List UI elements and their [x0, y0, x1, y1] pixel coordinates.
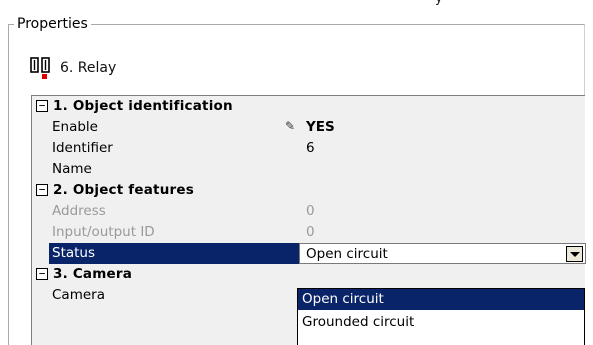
property-name: Status — [49, 243, 299, 264]
relay-icon — [30, 57, 50, 79]
property-value: 0 — [306, 224, 315, 240]
category-label: 2. Object features — [53, 182, 194, 198]
property-name: Name — [52, 161, 92, 177]
property-name: Input/output ID — [52, 224, 155, 240]
property-row-status[interactable]: Status Open circuit — [32, 243, 586, 264]
property-value: 0 — [306, 203, 315, 219]
property-row-address: Address 0 — [32, 201, 586, 222]
properties-legend: Properties — [14, 15, 91, 33]
property-name: Enable — [52, 119, 98, 135]
category-object-features[interactable]: − 2. Object features — [32, 180, 586, 201]
dropdown-option[interactable]: Open circuit — [298, 289, 584, 310]
property-row-identifier[interactable]: Identifier 6 — [32, 138, 586, 159]
object-header: 6. Relay — [30, 53, 116, 83]
window-top-strip: y — [0, 0, 593, 10]
top-strip-text: y — [435, 0, 443, 6]
property-row-io-id: Input/output ID 0 — [32, 222, 586, 243]
property-name: Camera — [52, 287, 105, 303]
object-title: 6. Relay — [60, 60, 117, 76]
dropdown-button[interactable] — [566, 246, 583, 262]
property-value[interactable]: 6 — [299, 138, 586, 159]
category-camera[interactable]: − 3. Camera — [32, 264, 586, 285]
property-row-enable[interactable]: Enable ✎ YES — [32, 117, 586, 138]
dropdown-option[interactable]: Grounded circuit — [298, 312, 584, 333]
status-dropdown-list: Open circuit Grounded circuit — [297, 288, 585, 345]
property-name: Identifier — [52, 140, 113, 156]
property-row-name[interactable]: Name — [32, 159, 586, 180]
chevron-down-icon — [569, 251, 580, 257]
property-value[interactable]: YES — [299, 117, 586, 138]
category-label: 3. Camera — [53, 266, 133, 282]
status-combobox[interactable]: Open circuit — [299, 243, 586, 264]
status-combobox-value: Open circuit — [306, 246, 388, 262]
property-value[interactable] — [299, 159, 586, 180]
pencil-icon: ✎ — [285, 119, 296, 133]
category-label: 1. Object identification — [53, 98, 233, 114]
category-object-identification[interactable]: − 1. Object identification — [32, 96, 586, 117]
property-name: Address — [52, 203, 106, 219]
